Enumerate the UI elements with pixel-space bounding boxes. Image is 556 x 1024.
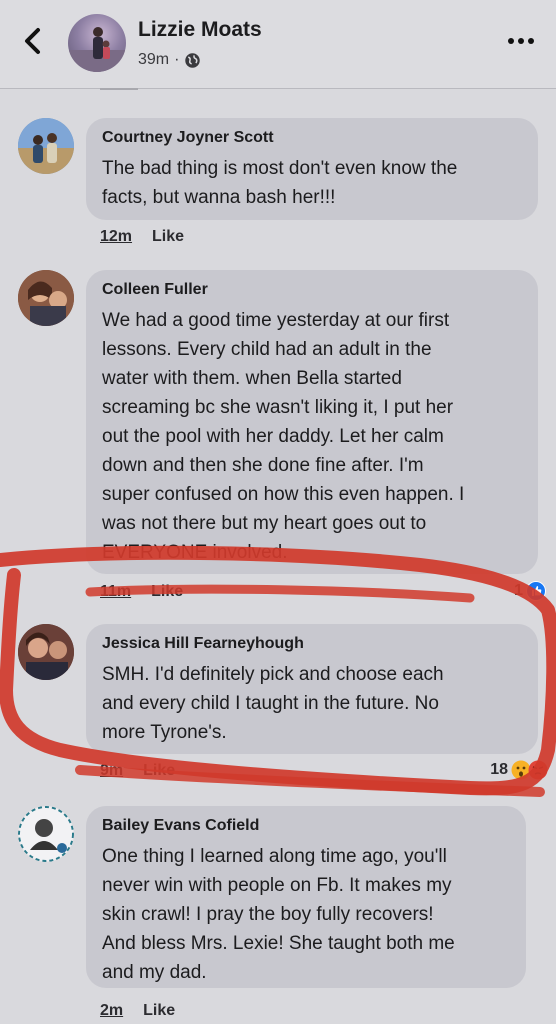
comment-bubble: Colleen Fuller We had a good time yester… bbox=[86, 270, 538, 574]
more-options-icon[interactable] bbox=[506, 34, 536, 48]
like-button[interactable]: Like bbox=[143, 1002, 175, 1020]
comment-author[interactable]: Courtney Joyner Scott bbox=[102, 128, 522, 148]
comment-text: SMH. I'd definitely pick and choose each… bbox=[102, 664, 444, 743]
comment-text: One thing I learned along time ago, you'… bbox=[102, 846, 455, 983]
thread-line bbox=[100, 88, 138, 90]
post-time[interactable]: 39m bbox=[138, 51, 169, 69]
commenter-avatar[interactable] bbox=[18, 118, 74, 174]
reaction-summary[interactable]: 1 bbox=[514, 581, 546, 601]
post-header: Lizzie Moats 39m · bbox=[0, 0, 556, 89]
comment-time[interactable]: 11m bbox=[100, 583, 131, 601]
like-button[interactable]: Like bbox=[143, 762, 175, 780]
comment-author[interactable]: Colleen Fuller bbox=[102, 280, 522, 300]
back-arrow-icon[interactable] bbox=[20, 26, 46, 56]
angry-reaction-icon bbox=[528, 760, 548, 780]
comment-actions: 12m Like bbox=[100, 228, 184, 246]
like-button[interactable]: Like bbox=[152, 228, 184, 246]
comment-author[interactable]: Bailey Evans Cofield bbox=[102, 816, 510, 836]
commenter-avatar[interactable] bbox=[18, 270, 74, 326]
comment-author[interactable]: Jessica Hill Fearneyhough bbox=[102, 634, 522, 654]
post-author-name[interactable]: Lizzie Moats bbox=[138, 18, 262, 42]
commenter-avatar[interactable] bbox=[18, 806, 74, 862]
comment-text: The bad thing is most don't even know th… bbox=[102, 158, 458, 208]
comment-bubble: Bailey Evans Cofield One thing I learned… bbox=[86, 806, 526, 988]
comment-text: We had a good time yesterday at our firs… bbox=[102, 310, 465, 563]
comment-bubble: Courtney Joyner Scott The bad thing is m… bbox=[86, 118, 538, 220]
comment-actions: 2m Like bbox=[100, 1002, 175, 1020]
globe-icon bbox=[185, 52, 201, 68]
reaction-count: 18 bbox=[490, 761, 508, 778]
like-button[interactable]: Like bbox=[151, 583, 183, 601]
comment-bubble: Jessica Hill Fearneyhough SMH. I'd defin… bbox=[86, 624, 538, 754]
commenter-avatar[interactable] bbox=[18, 624, 74, 680]
post-meta: 39m · bbox=[138, 51, 201, 69]
comment-time[interactable]: 12m bbox=[100, 228, 132, 246]
comment-time[interactable]: 9m bbox=[100, 762, 123, 780]
reaction-summary[interactable]: 18 bbox=[490, 760, 548, 780]
comment-actions: 9m Like bbox=[100, 762, 175, 780]
reaction-count: 1 bbox=[514, 582, 523, 599]
comment-actions: 11m Like bbox=[100, 583, 183, 601]
author-avatar[interactable] bbox=[68, 14, 126, 72]
like-reaction-icon bbox=[526, 581, 546, 601]
comment-time[interactable]: 2m bbox=[100, 1002, 123, 1020]
